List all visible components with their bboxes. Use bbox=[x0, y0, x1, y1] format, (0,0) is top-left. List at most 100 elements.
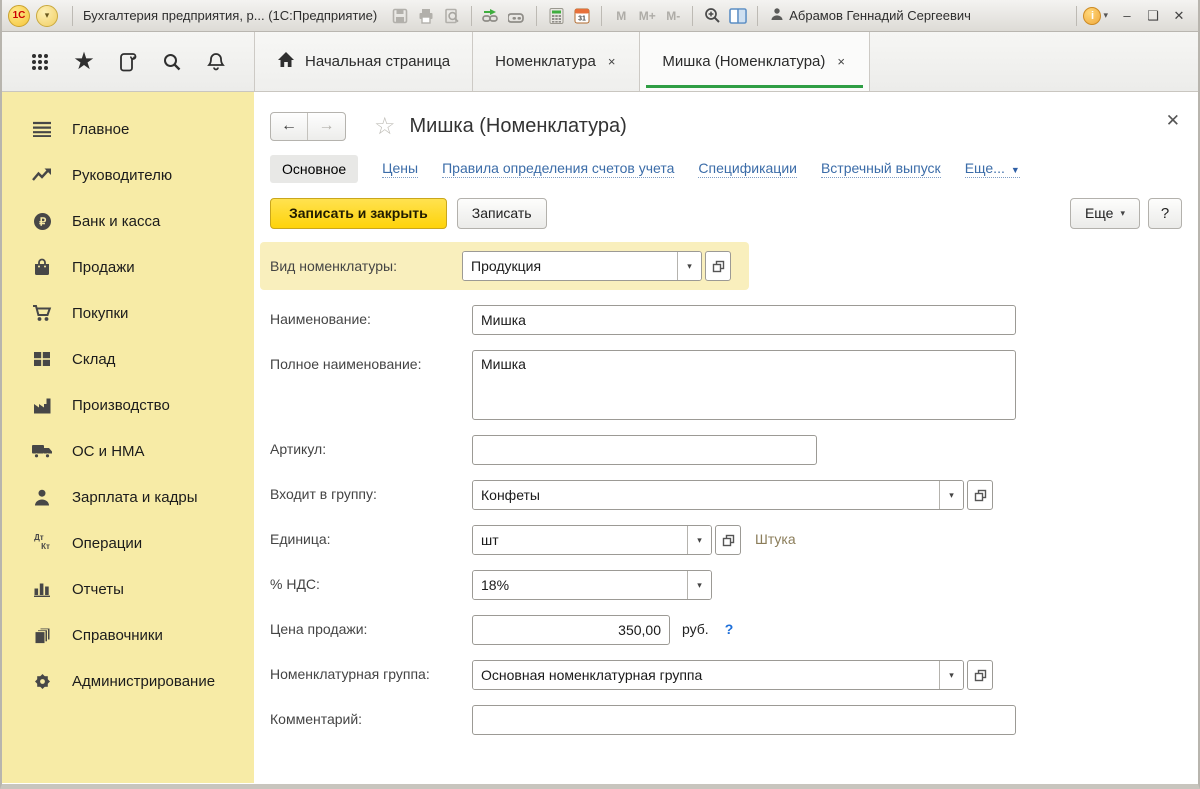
calendar-day: 31 bbox=[578, 15, 586, 22]
notifications-bell-icon[interactable] bbox=[201, 45, 231, 79]
nom-group-input[interactable] bbox=[473, 661, 939, 689]
nav-link-ceny[interactable]: Цены bbox=[382, 160, 418, 178]
kind-input[interactable] bbox=[463, 252, 677, 280]
memory-subtract-button[interactable]: M- bbox=[660, 9, 686, 23]
sidebar-item-rukovoditelyu[interactable]: Руководителю bbox=[2, 152, 254, 198]
maximize-button[interactable]: ❑ bbox=[1140, 5, 1166, 27]
sidebar-item-otchety[interactable]: Отчеты bbox=[2, 566, 254, 612]
open-icon[interactable] bbox=[715, 525, 741, 555]
chevron-down-icon[interactable]: ▾ bbox=[939, 481, 963, 509]
unit-hint: Штука bbox=[755, 525, 796, 547]
print-preview-icon[interactable] bbox=[440, 5, 464, 27]
field-label: Комментарий: bbox=[270, 705, 472, 727]
article-input[interactable] bbox=[472, 435, 817, 465]
open-icon[interactable] bbox=[967, 660, 993, 690]
sidebar-item-operacii[interactable]: ДтКт Операции bbox=[2, 520, 254, 566]
tab-close-icon[interactable]: × bbox=[835, 52, 847, 71]
bag-icon bbox=[30, 257, 54, 277]
get-link-icon[interactable] bbox=[479, 5, 503, 27]
history-icon[interactable] bbox=[113, 45, 143, 79]
name-input[interactable] bbox=[472, 305, 1016, 335]
memory-recall-button[interactable]: M bbox=[608, 9, 634, 23]
vat-input[interactable] bbox=[473, 571, 687, 599]
save-and-close-button[interactable]: Записать и закрыть bbox=[270, 198, 447, 229]
home-icon bbox=[277, 51, 295, 72]
chevron-down-icon[interactable]: ▾ bbox=[687, 571, 711, 599]
calculator-icon[interactable] bbox=[544, 5, 568, 27]
chevron-down-icon[interactable]: ▾ bbox=[1103, 10, 1108, 21]
tab-nomenclature[interactable]: Номенклатура × bbox=[472, 32, 639, 91]
apps-grid-icon[interactable] bbox=[25, 45, 55, 79]
nav-link-osnovnoe[interactable]: Основное bbox=[270, 155, 358, 183]
nav-link-vstrechnyj[interactable]: Встречный выпуск bbox=[821, 160, 941, 178]
minimize-button[interactable]: – bbox=[1114, 5, 1140, 27]
open-icon[interactable] bbox=[705, 251, 731, 281]
split-window-icon[interactable] bbox=[726, 5, 750, 27]
field-nom-group: Номенклатурная группа: ▾ bbox=[270, 660, 1182, 690]
full-name-textarea[interactable]: Мишка bbox=[472, 350, 1016, 420]
print-icon[interactable] bbox=[414, 5, 438, 27]
forward-button[interactable]: → bbox=[308, 113, 345, 140]
divider bbox=[72, 6, 73, 26]
go-link-icon[interactable] bbox=[505, 5, 529, 27]
comment-input[interactable] bbox=[472, 705, 1016, 735]
back-button[interactable]: ← bbox=[271, 113, 308, 140]
field-label: Артикул: bbox=[270, 435, 472, 457]
current-user[interactable]: Абрамов Геннадий Сергеевич bbox=[770, 7, 971, 24]
save-icon[interactable] bbox=[388, 5, 412, 27]
tab-mishka[interactable]: Мишка (Номенклатура) × bbox=[639, 32, 870, 91]
search-icon[interactable] bbox=[157, 45, 187, 79]
more-button[interactable]: Еще▾ bbox=[1070, 198, 1140, 229]
field-group: Входит в группу: ▾ bbox=[270, 480, 1182, 510]
tab-home[interactable]: Начальная страница bbox=[254, 32, 472, 91]
sidebar-item-administrirovanie[interactable]: Администрирование bbox=[2, 658, 254, 704]
sidebar-item-label: Руководителю bbox=[72, 167, 172, 184]
save-button[interactable]: Записать bbox=[457, 198, 547, 229]
group-input[interactable] bbox=[473, 481, 939, 509]
favorites-star-icon[interactable]: ★ bbox=[69, 45, 99, 79]
favorite-star-icon[interactable]: ☆ bbox=[374, 112, 396, 141]
nav-link-specifikacii[interactable]: Спецификации bbox=[698, 160, 797, 178]
nav-link-pravila[interactable]: Правила определения счетов учета bbox=[442, 160, 674, 178]
sidebar-item-label: Отчеты bbox=[72, 581, 124, 598]
sidebar-item-glavnoe[interactable]: Главное bbox=[2, 106, 254, 152]
sidebar-item-prodazhi[interactable]: Продажи bbox=[2, 244, 254, 290]
field-label: % НДС: bbox=[270, 570, 472, 592]
warehouse-icon bbox=[30, 349, 54, 369]
main-menu-button[interactable]: ▾ bbox=[36, 5, 58, 27]
sidebar-item-spravochniki[interactable]: Справочники bbox=[2, 612, 254, 658]
sidebar-item-sklad[interactable]: Склад bbox=[2, 336, 254, 382]
section-sidebar: Главное Руководителю ₽ Банк и касса Прод… bbox=[2, 92, 254, 783]
open-icon[interactable] bbox=[967, 480, 993, 510]
sidebar-item-proizvodstvo[interactable]: Производство bbox=[2, 382, 254, 428]
price-input[interactable] bbox=[472, 615, 670, 645]
history-nav-group: ← → bbox=[270, 112, 346, 141]
memory-add-button[interactable]: M+ bbox=[634, 9, 660, 23]
tab-label: Номенклатура bbox=[495, 53, 596, 70]
chevron-down-icon[interactable]: ▾ bbox=[687, 526, 711, 554]
sidebar-item-pokupki[interactable]: Покупки bbox=[2, 290, 254, 336]
price-help-link[interactable]: ? bbox=[725, 615, 734, 637]
form-close-icon[interactable]: ✕ bbox=[1166, 112, 1180, 129]
help-button[interactable]: ? bbox=[1148, 198, 1182, 229]
menu-lines-icon bbox=[30, 119, 54, 139]
zoom-icon[interactable] bbox=[700, 5, 724, 27]
tab-close-icon[interactable]: × bbox=[606, 52, 618, 71]
sidebar-item-bank-kassa[interactable]: ₽ Банк и касса bbox=[2, 198, 254, 244]
close-button[interactable]: ✕ bbox=[1166, 5, 1192, 27]
unit-input[interactable] bbox=[473, 526, 687, 554]
sidebar-item-label: Производство bbox=[72, 397, 170, 414]
sidebar-item-os-nma[interactable]: ОС и НМА bbox=[2, 428, 254, 474]
sidebar-item-label: Администрирование bbox=[72, 673, 215, 690]
calendar-icon[interactable]: 31 bbox=[570, 5, 594, 27]
cart-icon bbox=[30, 303, 54, 323]
info-icon[interactable]: i bbox=[1083, 7, 1101, 25]
chevron-down-icon[interactable]: ▾ bbox=[677, 252, 701, 280]
chevron-down-icon[interactable]: ▾ bbox=[939, 661, 963, 689]
tab-strip: Начальная страница Номенклатура × Мишка … bbox=[254, 32, 1198, 91]
nav-link-more[interactable]: Еще...▼ bbox=[965, 160, 1020, 178]
divider bbox=[692, 6, 693, 26]
books-icon bbox=[30, 625, 54, 645]
sidebar-item-zarplata-kadry[interactable]: Зарплата и кадры bbox=[2, 474, 254, 520]
currency-label: руб. bbox=[682, 615, 709, 637]
